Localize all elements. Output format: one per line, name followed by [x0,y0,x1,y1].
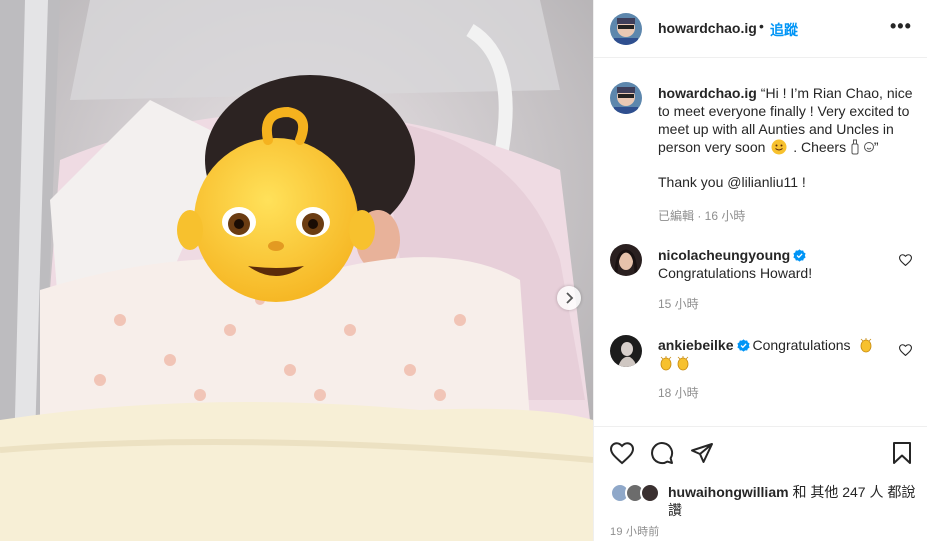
separator-dot: • [759,18,764,34]
comment-avatar[interactable] [610,335,642,367]
avatar-image [610,335,642,367]
author-avatar[interactable] [610,13,642,45]
avatar [640,483,660,503]
caption-thanks: Thank you @lilianliu11 ! [658,174,806,190]
smiley-outline-icon [863,142,874,152]
like-comment-heart-icon[interactable] [899,344,912,356]
clapping-hands-icon [660,356,672,371]
avatar-image [610,82,642,114]
next-photo-button[interactable] [557,286,581,310]
post-photo[interactable] [0,0,593,541]
post-side-panel: howardchao.ig • 追蹤 ••• howardchao.ig “Hi … [593,0,927,541]
like-heart-icon[interactable] [610,441,634,465]
smile-emoji-icon [771,139,787,155]
liker-username[interactable]: huwaihongwilliam [668,484,789,500]
comment-time: 18 小時 [658,386,699,400]
comment-text: Congratulations Howard! [658,265,813,281]
chevron-right-icon [566,292,574,304]
like-comment-heart-icon[interactable] [899,254,912,266]
verified-badge-icon [736,339,750,352]
caption-meta: 已編輯 · 16 小時 [658,209,746,223]
caption-username[interactable]: howardchao.ig [658,85,757,101]
clapping-hands-icon [861,338,872,353]
caption-cheers: . Cheers [793,139,847,155]
share-paper-plane-icon[interactable] [690,441,714,465]
comment-time: 15 小時 [658,297,699,311]
post-caption: howardchao.ig “Hi ! I’m Rian Chao, nice t… [658,84,914,156]
comment-text: Congratulations [752,337,851,353]
comment-avatar[interactable] [610,244,642,276]
comment-username[interactable]: ankiebeilke [658,337,734,353]
header-username[interactable]: howardchao.ig [658,20,757,36]
more-options-icon[interactable]: ••• [890,16,912,37]
photo-image [0,0,593,541]
avatar-image [610,244,642,276]
comment-item: nicolacheungyoung Congratulations Howard… [658,246,890,313]
likes-text: huwaihongwilliam 和 其他 247 人 都說讚 [668,483,920,519]
comment-item: ankiebeilke Congratulations 18 小時 [658,336,890,402]
caption-end-quote: ” [873,139,879,155]
follow-button[interactable]: 追蹤 [770,20,798,40]
post-header: howardchao.ig • 追蹤 ••• [594,0,927,58]
verified-badge-icon [793,249,806,262]
likes-summary: huwaihongwilliam 和 其他 247 人 都說讚 [610,483,920,519]
clapping-hands-icon [677,356,689,371]
likers-avatars [610,483,664,503]
save-bookmark-icon[interactable] [891,441,913,465]
post-actions: huwaihongwilliam 和 其他 247 人 都說讚 19 小時前 [594,426,927,541]
baby-bottle-icon [851,139,859,155]
post-time[interactable]: 19 小時前 [610,523,660,539]
avatar-image [610,13,642,45]
comment-username[interactable]: nicolacheungyoung [658,247,790,263]
comment-bubble-icon[interactable] [650,441,674,465]
caption-avatar[interactable] [610,82,642,114]
